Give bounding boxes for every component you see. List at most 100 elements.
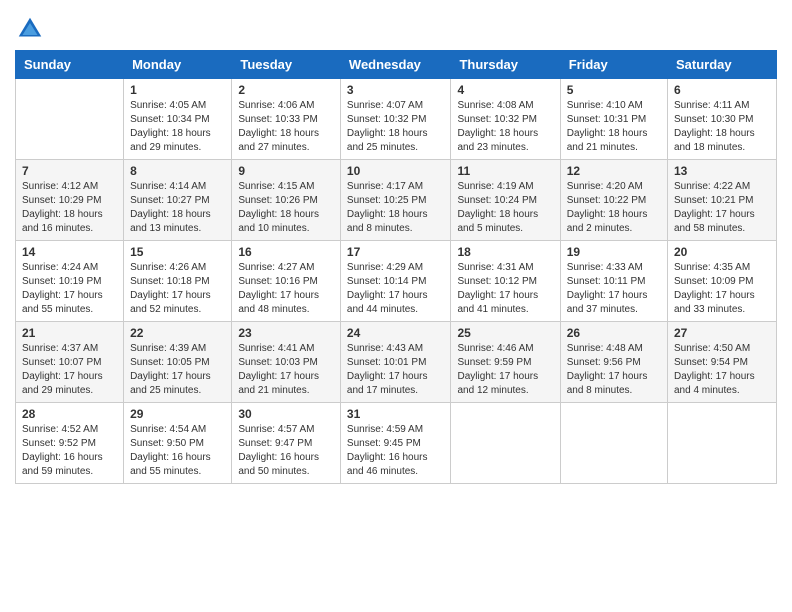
- day-number: 17: [347, 245, 445, 259]
- day-number: 29: [130, 407, 225, 421]
- day-info: Sunrise: 4:35 AM Sunset: 10:09 PM Daylig…: [674, 261, 770, 317]
- day-info: Sunrise: 4:39 AM Sunset: 10:05 PM Daylig…: [130, 342, 225, 398]
- calendar-cell: 29Sunrise: 4:54 AM Sunset: 9:50 PM Dayli…: [124, 403, 232, 484]
- day-info: Sunrise: 4:10 AM Sunset: 10:31 PM Daylig…: [567, 99, 661, 155]
- calendar-cell: 6 Sunrise: 4:11 AM Sunset: 10:30 PM Dayli…: [668, 79, 777, 160]
- day-number: 16: [238, 245, 334, 259]
- calendar-cell: [668, 403, 777, 484]
- day-number: 21: [22, 326, 117, 340]
- calendar-cell: 7 Sunrise: 4:12 AM Sunset: 10:29 PM Dayli…: [16, 160, 124, 241]
- day-info: Sunrise: 4:41 AM Sunset: 10:03 PM Daylig…: [238, 342, 334, 398]
- calendar-table: SundayMondayTuesdayWednesdayThursdayFrid…: [15, 50, 777, 484]
- day-number: 27: [674, 326, 770, 340]
- day-number: 6: [674, 83, 770, 97]
- calendar-week-row: 21 Sunrise: 4:37 AM Sunset: 10:07 PM Dayl…: [16, 322, 777, 403]
- day-number: 8: [130, 164, 225, 178]
- calendar-cell: 24 Sunrise: 4:43 AM Sunset: 10:01 PM Dayl…: [340, 322, 451, 403]
- calendar-cell: 2 Sunrise: 4:06 AM Sunset: 10:33 PM Dayli…: [232, 79, 341, 160]
- day-number: 26: [567, 326, 661, 340]
- calendar-cell: 5 Sunrise: 4:10 AM Sunset: 10:31 PM Dayli…: [560, 79, 667, 160]
- day-number: 18: [457, 245, 553, 259]
- calendar-cell: 28 Sunrise: 4:52 AM Sunset: 9:52 PM Dayli…: [16, 403, 124, 484]
- day-info: Sunrise: 4:17 AM Sunset: 10:25 PM Daylig…: [347, 180, 445, 236]
- day-info: Sunrise: 4:05 AM Sunset: 10:34 PM Daylig…: [130, 99, 225, 155]
- calendar-header-row: SundayMondayTuesdayWednesdayThursdayFrid…: [16, 51, 777, 79]
- calendar-cell: 13 Sunrise: 4:22 AM Sunset: 10:21 PM Dayl…: [668, 160, 777, 241]
- day-number: 11: [457, 164, 553, 178]
- day-info: Sunrise: 4:07 AM Sunset: 10:32 PM Daylig…: [347, 99, 445, 155]
- day-number: 30: [238, 407, 334, 421]
- day-number: 13: [674, 164, 770, 178]
- day-number: 9: [238, 164, 334, 178]
- day-number: 7: [22, 164, 117, 178]
- day-number: 5: [567, 83, 661, 97]
- day-info: Sunrise: 4:15 AM Sunset: 10:26 PM Daylig…: [238, 180, 334, 236]
- calendar-cell: 17 Sunrise: 4:29 AM Sunset: 10:14 PM Dayl…: [340, 241, 451, 322]
- day-info: Sunrise: 4:33 AM Sunset: 10:11 PM Daylig…: [567, 261, 661, 317]
- day-number: 2: [238, 83, 334, 97]
- day-info: Sunrise: 4:52 AM Sunset: 9:52 PM Dayligh…: [22, 423, 117, 479]
- calendar-cell: 20 Sunrise: 4:35 AM Sunset: 10:09 PM Dayl…: [668, 241, 777, 322]
- calendar-cell: 19 Sunrise: 4:33 AM Sunset: 10:11 PM Dayl…: [560, 241, 667, 322]
- day-info: Sunrise: 4:57 AM Sunset: 9:47 PM Dayligh…: [238, 423, 334, 479]
- calendar-cell: 21 Sunrise: 4:37 AM Sunset: 10:07 PM Dayl…: [16, 322, 124, 403]
- day-number: 31: [347, 407, 445, 421]
- day-number: 4: [457, 83, 553, 97]
- header-friday: Friday: [560, 51, 667, 79]
- header-tuesday: Tuesday: [232, 51, 341, 79]
- calendar-cell: 27 Sunrise: 4:50 AM Sunset: 9:54 PM Dayli…: [668, 322, 777, 403]
- day-number: 28: [22, 407, 117, 421]
- header-wednesday: Wednesday: [340, 51, 451, 79]
- calendar-cell: 23 Sunrise: 4:41 AM Sunset: 10:03 PM Dayl…: [232, 322, 341, 403]
- calendar-cell: 11 Sunrise: 4:19 AM Sunset: 10:24 PM Dayl…: [451, 160, 560, 241]
- header: [15, 10, 777, 44]
- day-info: Sunrise: 4:11 AM Sunset: 10:30 PM Daylig…: [674, 99, 770, 155]
- calendar-cell: 22 Sunrise: 4:39 AM Sunset: 10:05 PM Dayl…: [124, 322, 232, 403]
- calendar-week-row: 14 Sunrise: 4:24 AM Sunset: 10:19 PM Dayl…: [16, 241, 777, 322]
- calendar-cell: [451, 403, 560, 484]
- calendar-week-row: 7 Sunrise: 4:12 AM Sunset: 10:29 PM Dayli…: [16, 160, 777, 241]
- calendar-cell: 1Sunrise: 4:05 AM Sunset: 10:34 PM Dayli…: [124, 79, 232, 160]
- calendar-cell: 26 Sunrise: 4:48 AM Sunset: 9:56 PM Dayli…: [560, 322, 667, 403]
- day-info: Sunrise: 4:26 AM Sunset: 10:18 PM Daylig…: [130, 261, 225, 317]
- calendar-cell: 8 Sunrise: 4:14 AM Sunset: 10:27 PM Dayli…: [124, 160, 232, 241]
- day-info: Sunrise: 4:20 AM Sunset: 10:22 PM Daylig…: [567, 180, 661, 236]
- day-info: Sunrise: 4:12 AM Sunset: 10:29 PM Daylig…: [22, 180, 117, 236]
- header-saturday: Saturday: [668, 51, 777, 79]
- calendar-cell: 9 Sunrise: 4:15 AM Sunset: 10:26 PM Dayli…: [232, 160, 341, 241]
- day-info: Sunrise: 4:22 AM Sunset: 10:21 PM Daylig…: [674, 180, 770, 236]
- calendar-cell: 16 Sunrise: 4:27 AM Sunset: 10:16 PM Dayl…: [232, 241, 341, 322]
- day-info: Sunrise: 4:27 AM Sunset: 10:16 PM Daylig…: [238, 261, 334, 317]
- calendar-cell: 25Sunrise: 4:46 AM Sunset: 9:59 PM Dayli…: [451, 322, 560, 403]
- day-info: Sunrise: 4:29 AM Sunset: 10:14 PM Daylig…: [347, 261, 445, 317]
- calendar-week-row: 1Sunrise: 4:05 AM Sunset: 10:34 PM Dayli…: [16, 79, 777, 160]
- day-info: Sunrise: 4:24 AM Sunset: 10:19 PM Daylig…: [22, 261, 117, 317]
- calendar-cell: 31Sunrise: 4:59 AM Sunset: 9:45 PM Dayli…: [340, 403, 451, 484]
- logo-icon: [15, 14, 45, 44]
- day-number: 3: [347, 83, 445, 97]
- day-number: 23: [238, 326, 334, 340]
- day-info: Sunrise: 4:19 AM Sunset: 10:24 PM Daylig…: [457, 180, 553, 236]
- day-info: Sunrise: 4:06 AM Sunset: 10:33 PM Daylig…: [238, 99, 334, 155]
- calendar-cell: 14 Sunrise: 4:24 AM Sunset: 10:19 PM Dayl…: [16, 241, 124, 322]
- header-monday: Monday: [124, 51, 232, 79]
- day-info: Sunrise: 4:50 AM Sunset: 9:54 PM Dayligh…: [674, 342, 770, 398]
- day-number: 20: [674, 245, 770, 259]
- day-info: Sunrise: 4:31 AM Sunset: 10:12 PM Daylig…: [457, 261, 553, 317]
- day-number: 22: [130, 326, 225, 340]
- day-info: Sunrise: 4:48 AM Sunset: 9:56 PM Dayligh…: [567, 342, 661, 398]
- day-number: 10: [347, 164, 445, 178]
- calendar-cell: 18 Sunrise: 4:31 AM Sunset: 10:12 PM Dayl…: [451, 241, 560, 322]
- calendar-cell: 4 Sunrise: 4:08 AM Sunset: 10:32 PM Dayli…: [451, 79, 560, 160]
- header-sunday: Sunday: [16, 51, 124, 79]
- day-info: Sunrise: 4:43 AM Sunset: 10:01 PM Daylig…: [347, 342, 445, 398]
- calendar-cell: 12Sunrise: 4:20 AM Sunset: 10:22 PM Dayl…: [560, 160, 667, 241]
- day-info: Sunrise: 4:37 AM Sunset: 10:07 PM Daylig…: [22, 342, 117, 398]
- day-info: Sunrise: 4:46 AM Sunset: 9:59 PM Dayligh…: [457, 342, 553, 398]
- day-info: Sunrise: 4:14 AM Sunset: 10:27 PM Daylig…: [130, 180, 225, 236]
- day-number: 14: [22, 245, 117, 259]
- day-info: Sunrise: 4:08 AM Sunset: 10:32 PM Daylig…: [457, 99, 553, 155]
- day-number: 19: [567, 245, 661, 259]
- day-number: 24: [347, 326, 445, 340]
- calendar-week-row: 28 Sunrise: 4:52 AM Sunset: 9:52 PM Dayli…: [16, 403, 777, 484]
